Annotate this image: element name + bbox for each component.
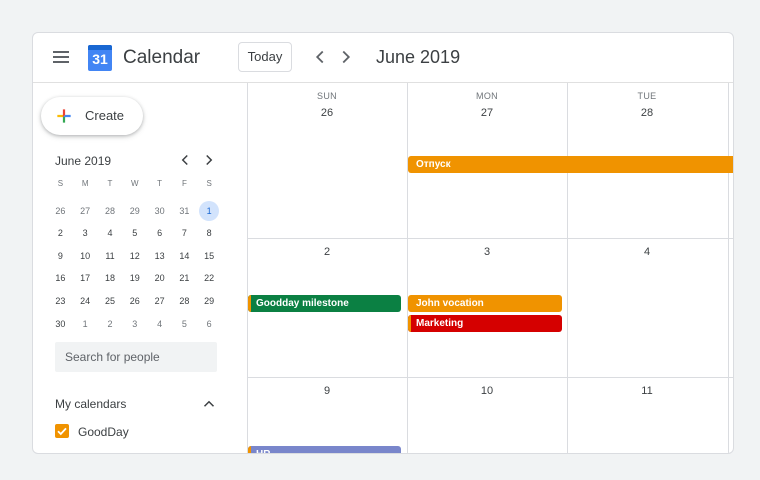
- mini-day[interactable]: 4: [150, 314, 170, 334]
- mini-day[interactable]: 26: [125, 291, 145, 311]
- mini-day[interactable]: 22: [199, 268, 219, 288]
- mini-day[interactable]: 4: [100, 223, 120, 243]
- event-title: John vocation: [416, 298, 484, 309]
- mini-weekday-label: M: [81, 179, 89, 188]
- event-title: Marketing: [416, 318, 464, 329]
- day-number[interactable]: 26: [247, 106, 407, 120]
- plus-icon: [57, 109, 71, 123]
- mini-weekday-label: W: [131, 179, 139, 188]
- my-calendars-title: My calendars: [55, 397, 127, 411]
- mini-day[interactable]: 10: [75, 246, 95, 266]
- mini-calendar-title: June 2019: [55, 154, 112, 168]
- mini-day[interactable]: 8: [199, 223, 219, 243]
- mini-day[interactable]: 27: [150, 291, 170, 311]
- event-title: Goodday milestone: [256, 298, 349, 309]
- mini-weekday-label: T: [157, 179, 163, 188]
- chevron-left-icon[interactable]: [309, 46, 331, 68]
- calendar-checkbox-goodday[interactable]: [55, 424, 69, 438]
- weekday-header-sun: SUN: [317, 91, 337, 101]
- mini-weekday-label: S: [57, 179, 64, 188]
- mini-day[interactable]: 3: [125, 314, 145, 334]
- mini-day[interactable]: 9: [50, 246, 70, 266]
- mini-day[interactable]: 28: [100, 201, 120, 221]
- mini-day[interactable]: 23: [50, 291, 70, 311]
- event-marketing[interactable]: Marketing: [408, 315, 562, 332]
- mini-day[interactable]: 20: [150, 268, 170, 288]
- mini-day[interactable]: 12: [125, 246, 145, 266]
- day-number[interactable]: 9: [247, 384, 407, 398]
- mini-day[interactable]: 29: [125, 201, 145, 221]
- mini-day[interactable]: 26: [50, 201, 70, 221]
- calendar-name: GoodDay: [78, 425, 129, 439]
- month-grid: SUN MON TUE 26 27 28 2 3 4 9 10 11 Отпус…: [247, 83, 733, 453]
- day-number[interactable]: 2: [247, 245, 407, 259]
- event-john-vocation[interactable]: John vocation: [408, 295, 562, 312]
- mini-day[interactable]: 1: [75, 314, 95, 334]
- event-goodday-milestone[interactable]: Goodday milestone: [248, 295, 401, 312]
- day-number[interactable]: 3: [407, 245, 567, 259]
- day-number[interactable]: 27: [407, 106, 567, 120]
- mini-day[interactable]: 5: [125, 223, 145, 243]
- current-month-title: June 2019: [376, 47, 461, 67]
- mini-day[interactable]: 2: [100, 314, 120, 334]
- day-number[interactable]: 11: [567, 384, 727, 398]
- create-label: Create: [85, 108, 125, 123]
- chevron-right-icon[interactable]: [335, 46, 357, 68]
- mini-day[interactable]: 6: [199, 314, 219, 334]
- mini-day[interactable]: 11: [100, 246, 120, 266]
- mini-day[interactable]: 7: [174, 223, 194, 243]
- mini-day[interactable]: 15: [199, 246, 219, 266]
- mini-day[interactable]: 17: [75, 268, 95, 288]
- event-hr[interactable]: HR: [248, 446, 401, 453]
- check-icon: [57, 427, 67, 436]
- mini-day[interactable]: 31: [174, 201, 194, 221]
- day-number[interactable]: 4: [567, 245, 727, 259]
- mini-day[interactable]: 6: [150, 223, 170, 243]
- mini-weekday-label: F: [181, 179, 187, 188]
- create-button[interactable]: Create: [41, 97, 143, 135]
- calendar-logo-icon: 31: [88, 45, 112, 71]
- menu-icon[interactable]: [51, 48, 71, 66]
- today-button[interactable]: Today: [238, 42, 292, 72]
- search-people-input[interactable]: [55, 342, 217, 372]
- day-number[interactable]: 28: [567, 106, 727, 120]
- mini-day[interactable]: 1: [199, 200, 220, 221]
- weekday-header-mon: MON: [476, 91, 498, 101]
- mini-chevron-left-icon[interactable]: [176, 151, 194, 169]
- mini-day[interactable]: 21: [174, 268, 194, 288]
- weekday-header-tue: TUE: [637, 91, 657, 101]
- mini-day[interactable]: 16: [50, 268, 70, 288]
- mini-weekday-label: T: [107, 179, 113, 188]
- calendar-window: 31 Calendar Today June 2019 Create June …: [32, 32, 734, 454]
- mini-calendar-grid: S M T W T F S 26 27 28 29 30 31 1 2 3 4 5 6 7 8 9 10 11 12 13 14 15…: [48, 177, 222, 335]
- mini-day[interactable]: 14: [174, 246, 194, 266]
- mini-day[interactable]: 25: [100, 291, 120, 311]
- mini-day[interactable]: 2: [50, 223, 70, 243]
- event-title: HR: [256, 449, 270, 453]
- mini-day[interactable]: 27: [75, 201, 95, 221]
- mini-day[interactable]: 19: [125, 268, 145, 288]
- mini-weekday-label: S: [206, 179, 212, 188]
- sidebar: Create June 2019 S M T W T F S 26 27 28 29 30 31 1 2 3 4…: [33, 83, 247, 453]
- mini-day[interactable]: 18: [100, 268, 120, 288]
- mini-day[interactable]: 3: [75, 223, 95, 243]
- event-title: Отпуск: [416, 159, 451, 170]
- top-bar: 31 Calendar Today June 2019: [33, 33, 733, 83]
- mini-day[interactable]: 28: [174, 291, 194, 311]
- mini-day[interactable]: 30: [50, 314, 70, 334]
- chevron-up-icon[interactable]: [200, 395, 218, 413]
- mini-day[interactable]: 24: [75, 291, 95, 311]
- mini-day[interactable]: 29: [199, 291, 219, 311]
- mini-day[interactable]: 30: [150, 201, 170, 221]
- event-otpusk[interactable]: Отпуск: [408, 156, 733, 173]
- mini-day[interactable]: 13: [150, 246, 170, 266]
- mini-day[interactable]: 5: [174, 314, 194, 334]
- app-title: Calendar: [123, 47, 201, 68]
- day-number[interactable]: 10: [407, 384, 567, 398]
- mini-chevron-right-icon[interactable]: [200, 151, 218, 169]
